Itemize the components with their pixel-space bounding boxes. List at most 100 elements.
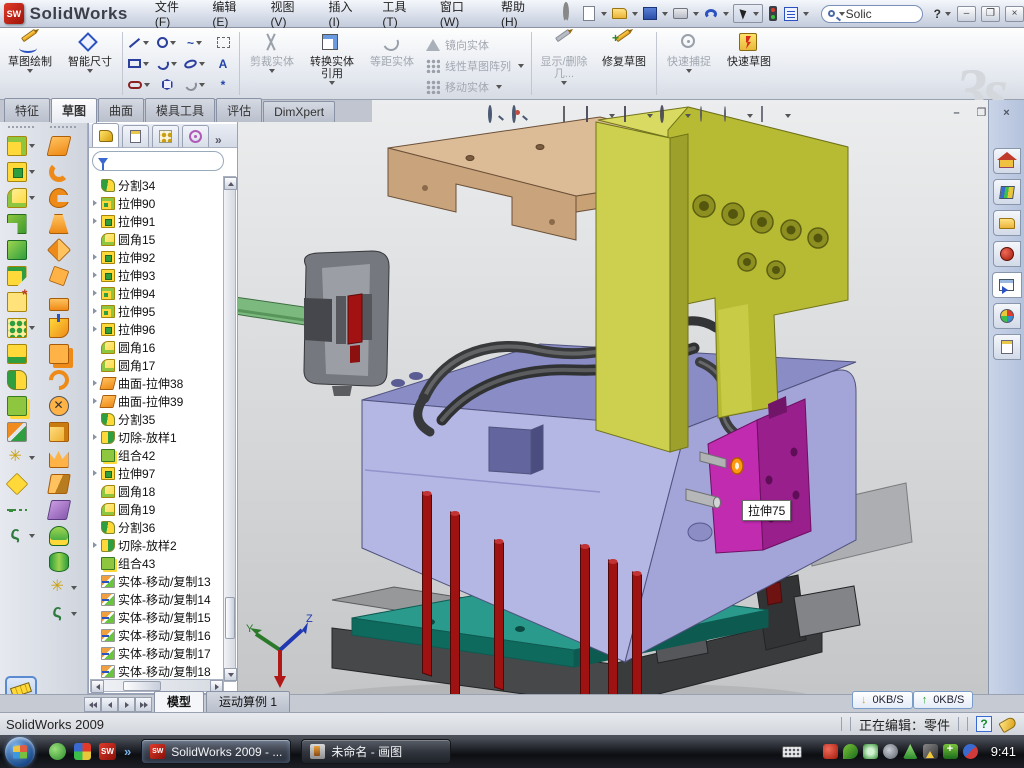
command-tab[interactable]: 草图 (51, 98, 97, 123)
tray-sync-icon[interactable] (963, 744, 978, 759)
tree-item[interactable]: 拉伸93 (91, 266, 225, 284)
last-tab-button[interactable] (135, 697, 152, 712)
toolbar-button[interactable] (7, 289, 36, 315)
tree-item[interactable]: 圆角16 (91, 338, 225, 356)
scroll-left-button[interactable] (91, 680, 104, 693)
tab-appearances[interactable] (993, 303, 1021, 329)
expand-arrow-icon[interactable] (93, 398, 97, 404)
line-tool[interactable] (125, 32, 153, 53)
tree-item[interactable]: 圆角17 (91, 356, 225, 374)
tab-view-palette[interactable] (992, 272, 1022, 298)
rectangle-tool[interactable] (125, 53, 153, 74)
tree-item[interactable]: 曲面-拉伸39 (91, 392, 225, 410)
toolbar-button[interactable] (49, 133, 78, 159)
help-button[interactable]: ? (934, 7, 941, 21)
tab-file-explorer[interactable] (993, 210, 1021, 236)
tree-item[interactable]: 实体-移动/复制16 (91, 626, 225, 644)
move-dropdown[interactable] (496, 85, 502, 89)
smart-dimension-dropdown[interactable] (87, 69, 93, 73)
tab-dimxpert-manager[interactable] (182, 125, 209, 147)
scene-dropdown[interactable] (747, 114, 753, 118)
search-box[interactable]: Solic (821, 5, 923, 23)
tree-item[interactable]: 曲面-拉伸38 (91, 374, 225, 392)
hide-show-dropdown[interactable] (685, 114, 691, 118)
toolbar-grip[interactable] (50, 126, 76, 130)
toolbar-button[interactable] (49, 393, 78, 419)
tree-item[interactable]: 实体-移动/复制14 (91, 590, 225, 608)
select-tool-group[interactable] (733, 4, 763, 23)
toolbar-button[interactable] (49, 263, 78, 289)
taskbar-window-button[interactable]: 未命名 - 画图 (301, 739, 451, 764)
edit-appearance-dropdown[interactable] (785, 114, 791, 118)
toolbar-button[interactable] (49, 341, 78, 367)
tree-item[interactable]: 切除-放样2 (91, 536, 225, 554)
tray-security-icon[interactable] (823, 744, 838, 759)
linear-sketch-pattern-button[interactable]: 线性草图阵列 (426, 55, 525, 76)
rotate-view-icon[interactable] (536, 107, 554, 125)
keyboard-layout-icon[interactable] (782, 746, 802, 758)
toolbar-grip[interactable] (8, 126, 34, 130)
prev-tab-button[interactable] (101, 697, 118, 712)
toolbar-button[interactable] (7, 211, 36, 237)
tray-app-icon[interactable] (903, 744, 918, 759)
document-tab[interactable]: 模型 (154, 691, 204, 712)
trim-entities-button[interactable]: 剪裁实体 (242, 28, 302, 99)
scene-icon[interactable] (722, 107, 740, 125)
tool-dropdown[interactable] (71, 586, 77, 590)
appearances-icon[interactable] (698, 107, 716, 125)
ellipse-tool[interactable] (181, 53, 209, 74)
tree-item[interactable]: 圆角18 (91, 482, 225, 500)
scroll-down-button[interactable] (224, 668, 237, 681)
toolbar-button[interactable] (49, 289, 78, 315)
smart-dimension-button[interactable]: 智能尺寸 (60, 28, 120, 99)
expand-arrow-icon[interactable] (93, 272, 97, 278)
toolbar-button[interactable] (49, 185, 78, 211)
toolbar-button[interactable] (7, 341, 36, 367)
tree-item[interactable]: 实体-移动/复制15 (91, 608, 225, 626)
expand-arrow-icon[interactable] (93, 308, 97, 314)
expand-arrow-icon[interactable] (93, 326, 97, 332)
circle-tool[interactable] (153, 32, 181, 53)
tree-vertical-scrollbar[interactable] (223, 176, 236, 682)
expand-arrow-icon[interactable] (93, 434, 97, 440)
doc-restore-button[interactable]: ❐ (971, 106, 992, 123)
view-orientation-dropdown[interactable] (609, 114, 615, 118)
tree-item[interactable]: 实体-移动/复制18 (91, 662, 225, 680)
tool-dropdown[interactable] (29, 196, 35, 200)
pin-icon[interactable] (561, 5, 578, 22)
tags-icon[interactable] (998, 715, 1017, 733)
quick-tips-icon[interactable]: ? (976, 716, 992, 732)
tab-feature-tree[interactable] (92, 123, 119, 147)
spline-tool[interactable]: ~ (181, 32, 209, 53)
toolbar-button[interactable] (7, 471, 36, 497)
toolbar-button[interactable] (7, 159, 36, 185)
tab-custom-properties[interactable] (993, 334, 1021, 360)
toolbar-button[interactable] (7, 315, 36, 341)
tree-item[interactable]: 实体-移动/复制13 (91, 572, 225, 590)
restore-button[interactable]: ❐ (981, 6, 1000, 22)
print-icon[interactable] (673, 8, 688, 19)
edit-appearance-icon[interactable] (760, 107, 778, 125)
tray-network-warning-icon[interactable] (923, 744, 938, 759)
document-tab[interactable]: 运动算例 1 (206, 691, 290, 712)
zoom-area-icon[interactable] (512, 107, 530, 125)
text-tool[interactable]: A (209, 53, 237, 74)
command-tab[interactable]: DimXpert (263, 101, 335, 122)
doc-close-button[interactable]: × (996, 106, 1017, 123)
tool-dropdown[interactable] (71, 612, 77, 616)
start-button[interactable] (5, 737, 35, 767)
tab-toolbox[interactable] (993, 241, 1021, 267)
tree-item[interactable]: 拉伸97 (91, 464, 225, 482)
search-input[interactable]: Solic (846, 7, 872, 21)
tray-update-icon[interactable] (863, 744, 878, 759)
solidworks-launcher-icon[interactable]: SW (99, 743, 116, 760)
command-tab[interactable]: 曲面 (98, 98, 144, 122)
toolbar-button[interactable] (49, 601, 78, 627)
command-tab[interactable]: 模具工具 (145, 98, 215, 122)
tree-item[interactable]: 组合43 (91, 554, 225, 572)
tab-property-manager[interactable] (122, 125, 149, 147)
scroll-up-button[interactable] (224, 177, 237, 190)
toolbar-button[interactable] (49, 575, 78, 601)
tree-item[interactable]: 分割34 (91, 176, 225, 194)
next-tab-button[interactable] (118, 697, 135, 712)
